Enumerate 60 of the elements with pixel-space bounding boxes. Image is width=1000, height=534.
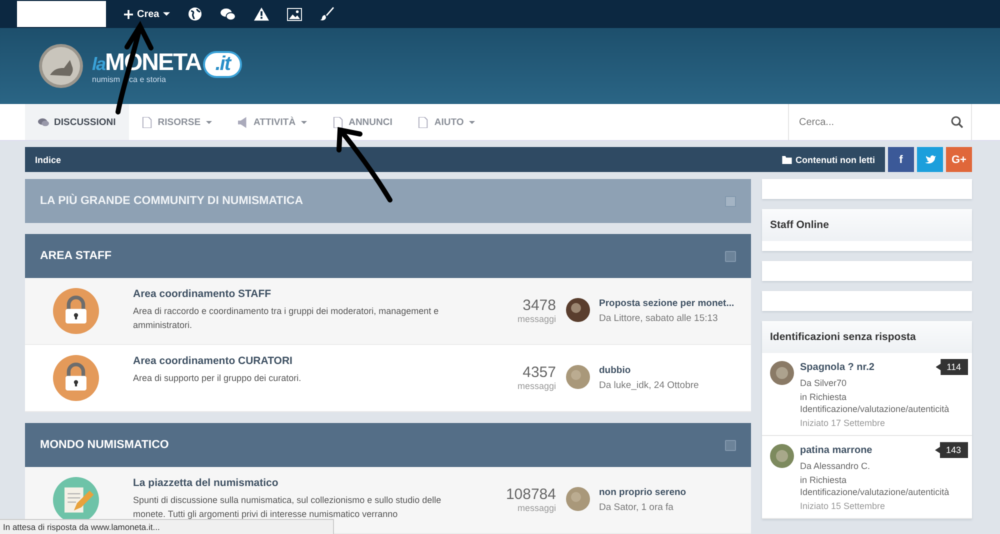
count-label: messaggi (517, 381, 556, 391)
avatar (566, 487, 590, 511)
unread-content-link[interactable]: Contenuti non letti (782, 154, 875, 164)
last-post-meta: Da luke_idk, 24 Ottobre (599, 380, 699, 391)
topic-author: Da Silver70 (800, 376, 847, 389)
topic-title[interactable]: Spagnola ? nr.2 (800, 361, 874, 374)
topic-forum: in Richiesta Identificazione/valutazione/autenticità (800, 390, 950, 415)
post-count: 3478 (522, 297, 556, 314)
caret-icon (163, 12, 170, 16)
topic-date: Iniziato 15 Settembre (800, 500, 886, 512)
forum-title[interactable]: Area coordinamento STAFF (133, 288, 272, 300)
plus-icon (124, 10, 133, 18)
document-icon (418, 116, 430, 128)
avatar (566, 365, 590, 389)
nav-tab[interactable]: DISCUSSIONI (25, 104, 129, 140)
bird-icon (924, 155, 936, 164)
reply-count: 143 (934, 442, 968, 458)
forum-description: Area di raccordo e coordinamento tra i gruppi dei moderatori, management e amministratori. (133, 305, 440, 332)
last-post-meta: Da Sator, 1 ora fa (599, 502, 674, 513)
chat-icon[interactable] (220, 8, 236, 20)
document-icon (142, 116, 153, 128)
folder-icon (782, 156, 792, 164)
avatar (770, 444, 794, 468)
count-label: messaggi (517, 314, 556, 324)
search-icon[interactable] (951, 116, 963, 128)
image-icon[interactable] (287, 8, 302, 20)
widget-title: Staff Online (762, 209, 972, 241)
forum-description: Area di supporto per il gruppo dei curatori. (133, 372, 302, 385)
topic-date: Iniziato 17 Settembre (800, 416, 886, 430)
document-icon (332, 116, 344, 128)
avatar (770, 361, 794, 385)
create-menu[interactable]: Crea (124, 8, 170, 20)
last-post-link[interactable]: non proprio sereno (599, 487, 686, 498)
brush-icon[interactable] (320, 7, 334, 21)
globe-icon[interactable] (188, 7, 202, 21)
site-logo[interactable]: laMONETA .it numism ca e storia (92, 48, 242, 84)
count-label: messaggi (517, 503, 556, 513)
chat-icon (38, 116, 49, 128)
status-bar: In attesa di risposta da www.lamoneta.it... (0, 519, 334, 534)
facebook-share-button[interactable]: f (888, 147, 914, 172)
last-post-meta: Da Littore, sabato alle 15:13 (599, 313, 719, 324)
reply-count: 114 (936, 359, 968, 375)
forum-description: Spunti di discussione sulla numismatica, sul collezionismo e sullo studio delle monete. Tutti gli argomenti privi di interesse numismatico verranno (133, 494, 442, 522)
last-post-link[interactable]: dubbio (599, 365, 699, 376)
last-post-link[interactable]: Proposta sezione per monet... (599, 298, 734, 309)
topic-forum: in Richiesta Identificazione/valutazione/autenticità (800, 474, 950, 498)
twitter-share-button[interactable] (917, 147, 943, 172)
post-count: 4357 (522, 364, 556, 381)
forum-title[interactable]: La piazzetta del numismatico (133, 477, 278, 489)
breadcrumb-link[interactable]: Indice (35, 154, 62, 164)
warning-icon[interactable] (254, 7, 270, 21)
topic-title[interactable]: patina marrone (800, 444, 872, 458)
megaphone-icon (238, 116, 249, 128)
forum-title[interactable]: Area coordinamento CURATORI (133, 355, 292, 367)
category-title[interactable]: MONDO NUMISMATICO (40, 439, 169, 451)
category-title[interactable]: AREA STAFF (40, 250, 112, 262)
topic-author: Da Alessandro C. (800, 460, 870, 472)
post-count: 108784 (506, 486, 556, 503)
avatar (566, 298, 590, 322)
widget-title: Identificazioni senza risposta (762, 321, 972, 353)
